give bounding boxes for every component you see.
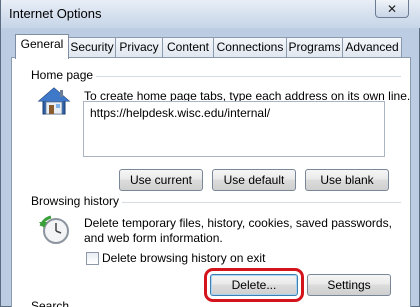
- delete-history-on-exit-checkbox[interactable]: [86, 252, 99, 265]
- internet-options-window: Internet Options ✕ General Security Priv…: [0, 0, 420, 307]
- browsing-history-group-label: Browsing history: [28, 194, 123, 208]
- title-bar: Internet Options ✕: [1, 0, 420, 28]
- close-icon: ✕: [386, 1, 398, 16]
- tab-general[interactable]: General: [15, 34, 69, 59]
- window-title: Internet Options: [9, 6, 102, 21]
- tab-advanced[interactable]: Advanced: [342, 37, 402, 58]
- use-blank-button[interactable]: Use blank: [305, 169, 389, 191]
- browsing-history-description-line1: Delete temporary files, history, cookies…: [84, 216, 392, 230]
- tab-content[interactable]: Content: [162, 37, 214, 58]
- tab-programs[interactable]: Programs: [286, 37, 343, 58]
- use-current-button[interactable]: Use current: [119, 169, 203, 191]
- delete-history-on-exit-label[interactable]: Delete browsing history on exit: [102, 251, 265, 266]
- browsing-history-description-line2: and web form information.: [84, 231, 223, 245]
- history-clock-icon: [39, 215, 69, 244]
- close-button[interactable]: ✕: [375, 0, 409, 18]
- tab-privacy[interactable]: Privacy: [115, 37, 163, 58]
- tab-security[interactable]: Security: [68, 37, 116, 58]
- tab-connections[interactable]: Connections: [213, 37, 287, 58]
- red-highlight-annotation: [204, 268, 304, 302]
- search-group-label: Search: [28, 299, 73, 307]
- use-default-button[interactable]: Use default: [212, 169, 296, 191]
- home-page-url-value: https://helpdesk.wisc.edu/internal/: [90, 106, 271, 120]
- settings-button[interactable]: Settings: [307, 274, 391, 296]
- house-icon: [37, 87, 71, 115]
- home-page-url-textarea[interactable]: https://helpdesk.wisc.edu/internal/: [83, 101, 385, 157]
- home-page-group-label: Home page: [28, 68, 97, 82]
